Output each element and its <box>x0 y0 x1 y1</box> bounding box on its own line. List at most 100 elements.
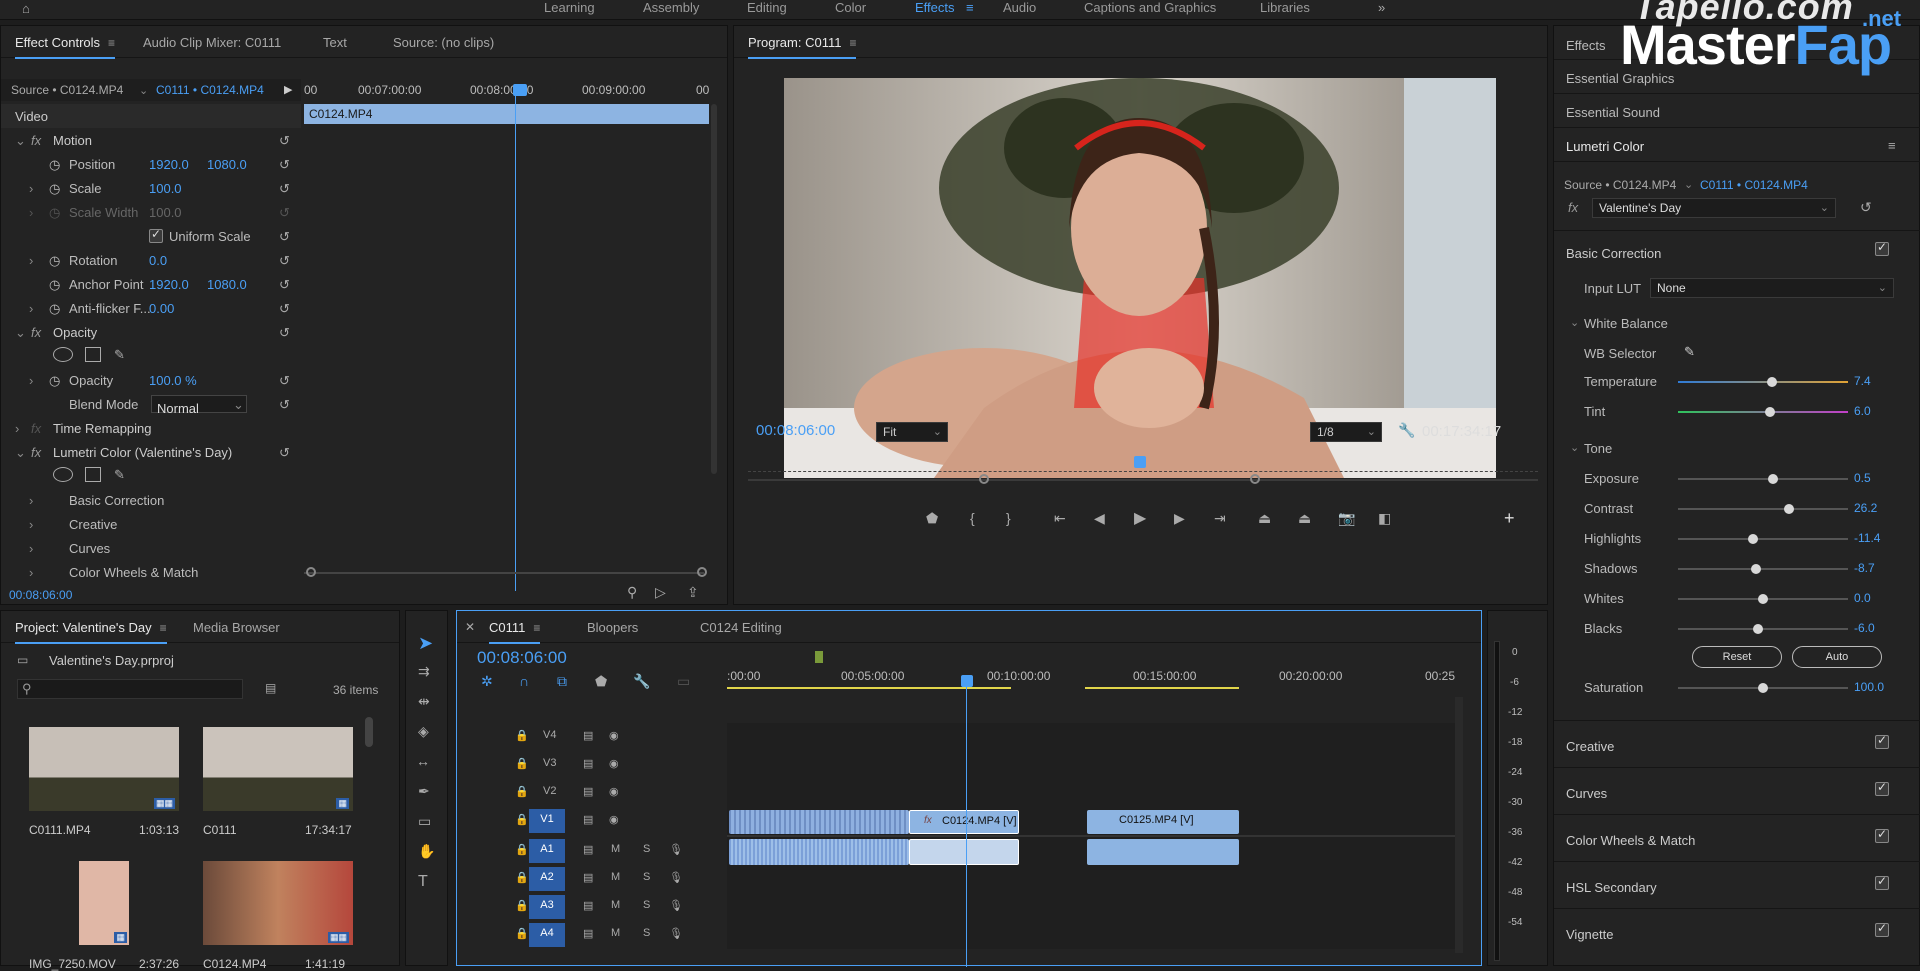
thumbnail-img-7250[interactable]: ▦ <box>79 861 129 945</box>
wrench-icon[interactable]: 🔧 <box>1398 422 1415 439</box>
track-label[interactable]: A1 <box>529 839 565 863</box>
workspace-effects[interactable]: Effects <box>915 0 955 15</box>
selection-tool-icon[interactable]: ➤ <box>418 633 433 654</box>
clip-name[interactable]: C0111.MP4 <box>29 823 91 837</box>
clip-name[interactable]: C0124.MP4 <box>203 957 266 971</box>
lumetri-preset-select[interactable]: Valentine's Day ⌄ <box>1592 198 1836 218</box>
slider-track[interactable] <box>1678 377 1848 387</box>
tab-c0111[interactable]: C0111 ≡ <box>489 620 541 644</box>
stopwatch-icon[interactable]: ◷ <box>49 253 60 269</box>
sync-icon[interactable]: ▤ <box>583 843 593 856</box>
work-area-bar[interactable] <box>1085 687 1239 689</box>
sync-icon[interactable]: ▤ <box>583 785 593 798</box>
panel-menu-icon[interactable]: ≡ <box>1888 138 1896 153</box>
reset-icon[interactable]: ↺ <box>279 325 290 341</box>
reset-icon[interactable]: ↺ <box>279 445 290 461</box>
slider-track[interactable] <box>1678 564 1848 574</box>
extract-icon[interactable]: ⏏ <box>1298 510 1311 527</box>
lock-icon[interactable]: 🔒 <box>515 899 529 912</box>
program-playhead[interactable] <box>1134 456 1146 468</box>
ripple-edit-tool-icon[interactable]: ⇹ <box>418 693 430 710</box>
track-label[interactable]: V4 <box>543 729 556 741</box>
scale-value[interactable]: 100.0 <box>149 181 182 196</box>
program-zoom-bar[interactable] <box>748 479 1538 481</box>
audio-clip-c0124[interactable] <box>909 839 1019 865</box>
more-workspaces-icon[interactable]: » <box>1378 0 1385 15</box>
tab-c0124-editing[interactable]: C0124 Editing <box>700 620 782 635</box>
reset-icon[interactable]: ↺ <box>279 253 290 269</box>
mark-out-icon[interactable]: } <box>1006 510 1011 526</box>
lock-icon[interactable]: 🔒 <box>515 927 529 940</box>
solo-button[interactable]: S <box>643 927 650 939</box>
timeline-playhead[interactable] <box>961 675 973 687</box>
slider-value[interactable]: 26.2 <box>1854 501 1877 515</box>
slider-track[interactable] <box>1678 534 1848 544</box>
workspace-menu-icon[interactable]: ≡ <box>966 0 974 15</box>
section-checkbox[interactable] <box>1875 921 1889 937</box>
pen-tool-icon[interactable]: ✒ <box>418 783 430 800</box>
chevron-down-icon[interactable]: ⌄ <box>1570 316 1579 329</box>
play-icon[interactable]: ▶ <box>1134 508 1146 528</box>
linked-selection-icon[interactable]: ⧉ <box>557 673 567 690</box>
white-balance-header[interactable]: White Balance <box>1584 316 1668 331</box>
step-back-icon[interactable]: ◀ <box>1094 510 1105 527</box>
track-label[interactable]: A2 <box>529 867 565 891</box>
chevron-down-icon[interactable]: ⌄ <box>15 325 26 341</box>
slider-value[interactable]: -6.0 <box>1854 621 1875 635</box>
uniform-scale-checkbox[interactable] <box>149 227 163 243</box>
zoom-handle-right[interactable] <box>1250 474 1260 484</box>
track-label[interactable]: V2 <box>543 785 556 797</box>
slider-value[interactable]: 0.0 <box>1854 591 1871 605</box>
new-bin-icon[interactable]: ▤ <box>265 681 276 695</box>
chevron-down-icon[interactable]: ⌄ <box>15 133 26 149</box>
chevron-right-icon[interactable]: › <box>29 517 33 532</box>
fx-icon[interactable]: fx <box>31 445 41 460</box>
reset-icon[interactable]: ↺ <box>279 229 290 245</box>
section-checkbox[interactable] <box>1875 874 1889 890</box>
chevron-down-icon[interactable]: ⌄ <box>233 397 244 413</box>
slider-track[interactable] <box>1678 407 1848 417</box>
lumetri-sequence[interactable]: C0111 • C0124.MP4 <box>1700 178 1808 192</box>
lumetri-section-header[interactable]: HSL Secondary <box>1554 861 1920 905</box>
slider-knob[interactable] <box>1758 594 1768 604</box>
input-lut-select[interactable]: None ⌄ <box>1650 278 1894 298</box>
eye-icon[interactable]: ◉ <box>609 757 619 770</box>
essential-sound-header[interactable]: Essential Sound <box>1554 94 1920 128</box>
slider-value[interactable]: -8.7 <box>1854 561 1875 575</box>
slider-track[interactable] <box>1678 624 1848 634</box>
mute-button[interactable]: M <box>611 871 620 883</box>
sequence-label[interactable]: C0111 • C0124.MP4 <box>156 83 264 97</box>
antiflicker-value[interactable]: 0.00 <box>149 301 174 316</box>
chevron-right-icon[interactable]: › <box>29 373 33 388</box>
stopwatch-icon[interactable]: ◷ <box>49 301 60 317</box>
sync-icon[interactable]: ▤ <box>583 871 593 884</box>
tab-source[interactable]: Source: (no clips) <box>393 35 494 50</box>
slider-track[interactable] <box>1678 504 1848 514</box>
basic-correction-header[interactable]: Basic Correction <box>1566 246 1661 261</box>
chevron-down-icon[interactable]: ⌄ <box>139 84 148 97</box>
slip-tool-icon[interactable]: ↔ <box>416 753 430 769</box>
saturation-slider[interactable] <box>1678 683 1848 693</box>
thumbnail-c0124[interactable]: ▦▦ <box>203 861 353 945</box>
chevron-right-icon[interactable]: › <box>15 421 19 436</box>
chevron-down-icon[interactable]: ⌄ <box>15 445 26 461</box>
panel-menu-icon[interactable]: ≡ <box>108 36 115 50</box>
rectangle-mask-icon[interactable] <box>85 347 101 362</box>
ec-zoom-scroll[interactable] <box>304 572 704 574</box>
stopwatch-icon[interactable]: ◷ <box>49 181 60 197</box>
section-checkbox[interactable] <box>1875 733 1889 749</box>
track-select-tool-icon[interactable]: ⇉ <box>418 663 430 680</box>
tab-program[interactable]: Program: C0111 ≡ <box>748 35 857 59</box>
thumbnail-c0111[interactable]: ▦ <box>203 727 353 811</box>
clip-v1-multi[interactable] <box>729 810 909 834</box>
track-label[interactable]: V1 <box>529 809 565 833</box>
clip-name[interactable]: IMG_7250.MOV <box>29 957 116 971</box>
audio-clip-c0125[interactable] <box>1087 839 1239 865</box>
section-checkbox[interactable] <box>1875 827 1889 843</box>
slider-knob[interactable] <box>1766 377 1777 387</box>
snap-icon[interactable]: ∩ <box>519 673 529 689</box>
go-to-in-icon[interactable]: ⇤ <box>1054 510 1066 527</box>
ec-scrollbar[interactable] <box>711 104 717 474</box>
home-icon[interactable]: ⌂ <box>22 1 30 16</box>
tab-bloopers[interactable]: Bloopers <box>587 620 638 635</box>
